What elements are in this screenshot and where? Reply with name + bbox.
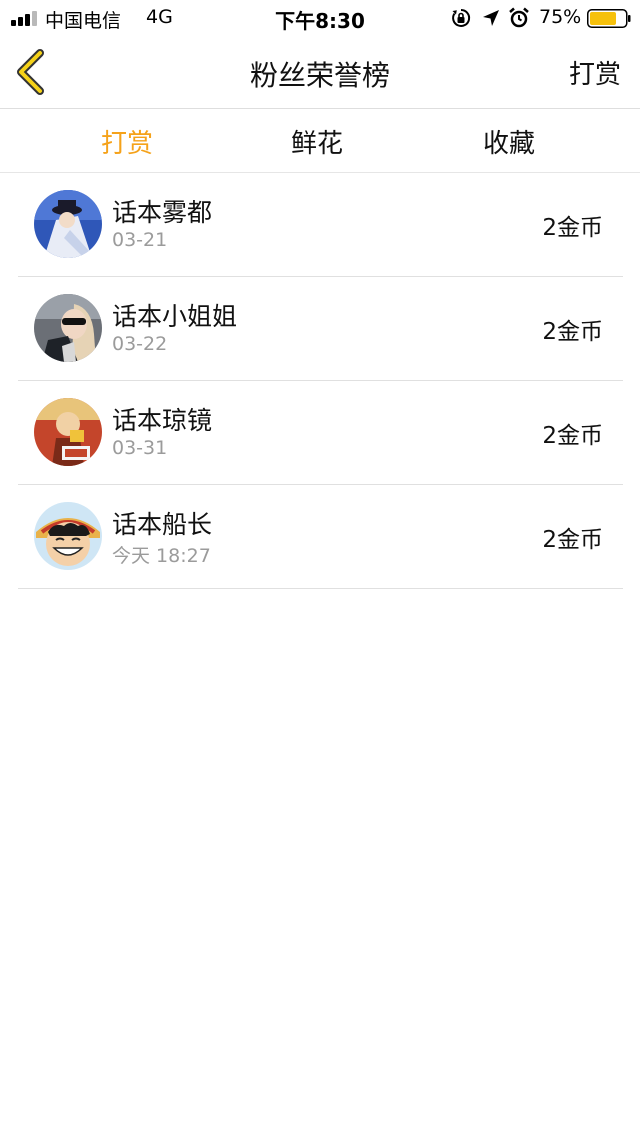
reward-date: 03-31 (112, 437, 168, 459)
user-name: 话本琼镜 (112, 406, 213, 435)
navigation-bar: 粉丝荣誉榜 打赏 (0, 36, 640, 109)
reward-button[interactable]: 打赏 (569, 54, 621, 91)
alarm-clock-icon (509, 7, 529, 28)
tab-reward[interactable]: 打赏 (101, 123, 153, 160)
page-title: 粉丝荣誉榜 (249, 59, 390, 92)
rotation-lock-icon (452, 8, 471, 27)
list-item[interactable]: 话本船长 今天 18:27 2金币 (18, 485, 623, 589)
tab-flowers[interactable]: 鲜花 (291, 123, 343, 160)
chevron-left-icon (17, 49, 44, 95)
reward-amount: 2金币 (542, 319, 603, 345)
battery-percentage: 75% (539, 6, 582, 28)
user-name: 话本船长 (112, 510, 213, 539)
location-arrow-icon (483, 10, 499, 26)
fan-ranking-list: 话本雾都 03-21 2金币 话本小姐姐 03-22 2金币 话本琼镜 03-3… (18, 173, 623, 589)
reward-amount: 2金币 (542, 423, 603, 449)
user-name: 话本小姐姐 (112, 302, 238, 331)
tab-bar: 打赏 鲜花 收藏 (0, 109, 640, 173)
user-name: 话本雾都 (112, 198, 213, 227)
reward-date: 今天 18:27 (112, 545, 211, 567)
reward-date: 03-22 (112, 333, 168, 355)
status-bar: 中国电信 4G 下午8:30 75% (0, 0, 640, 36)
reward-date: 03-21 (112, 229, 168, 251)
list-item[interactable]: 话本琼镜 03-31 2金币 (18, 381, 623, 485)
list-item[interactable]: 话本小姐姐 03-22 2金币 (18, 277, 623, 381)
battery-icon (587, 9, 631, 28)
avatar (34, 398, 102, 466)
avatar (34, 294, 102, 362)
avatar (34, 190, 102, 258)
tab-favorites[interactable]: 收藏 (483, 123, 535, 160)
list-item[interactable]: 话本雾都 03-21 2金币 (18, 173, 623, 277)
avatar (34, 502, 102, 570)
reward-amount: 2金币 (542, 527, 603, 553)
reward-amount: 2金币 (542, 215, 603, 241)
back-button[interactable] (8, 46, 56, 98)
